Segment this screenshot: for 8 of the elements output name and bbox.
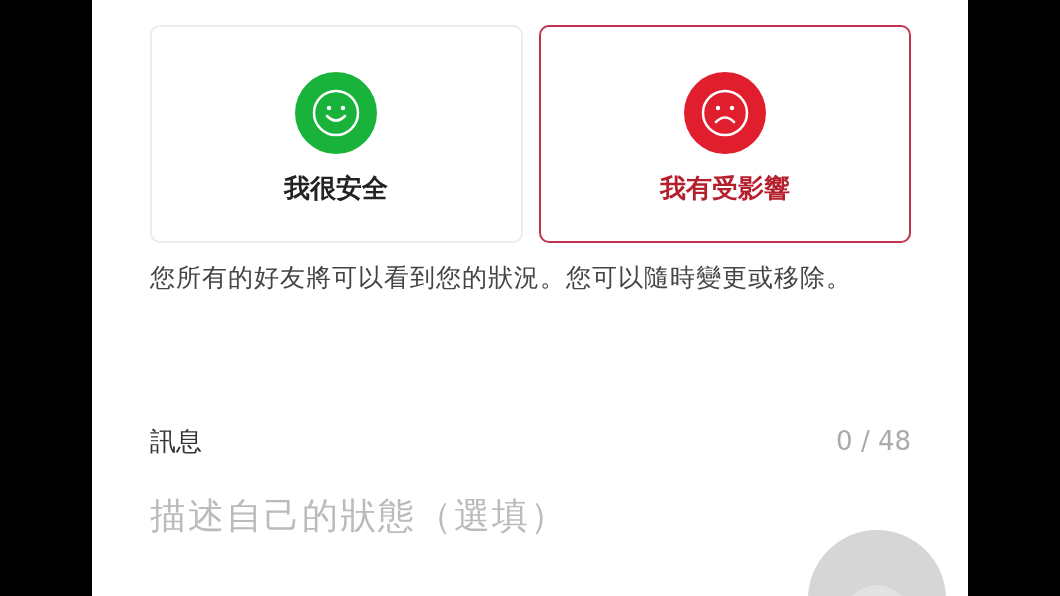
character-counter: 0 / 48 (836, 425, 911, 458)
status-option[interactable]: 我很安全 (150, 25, 523, 243)
message-field[interactable]: 描述自己的狀態（選填） (150, 489, 790, 543)
status-option[interactable]: 我有受影響 (538, 25, 911, 243)
notice-text: 您所有的好友將可以看到您的狀況。您可以隨時變更或移除。 (150, 262, 853, 294)
sad-face-icon (682, 71, 767, 155)
message-label: 訊息 (150, 425, 202, 458)
smiley-icon (294, 71, 379, 155)
